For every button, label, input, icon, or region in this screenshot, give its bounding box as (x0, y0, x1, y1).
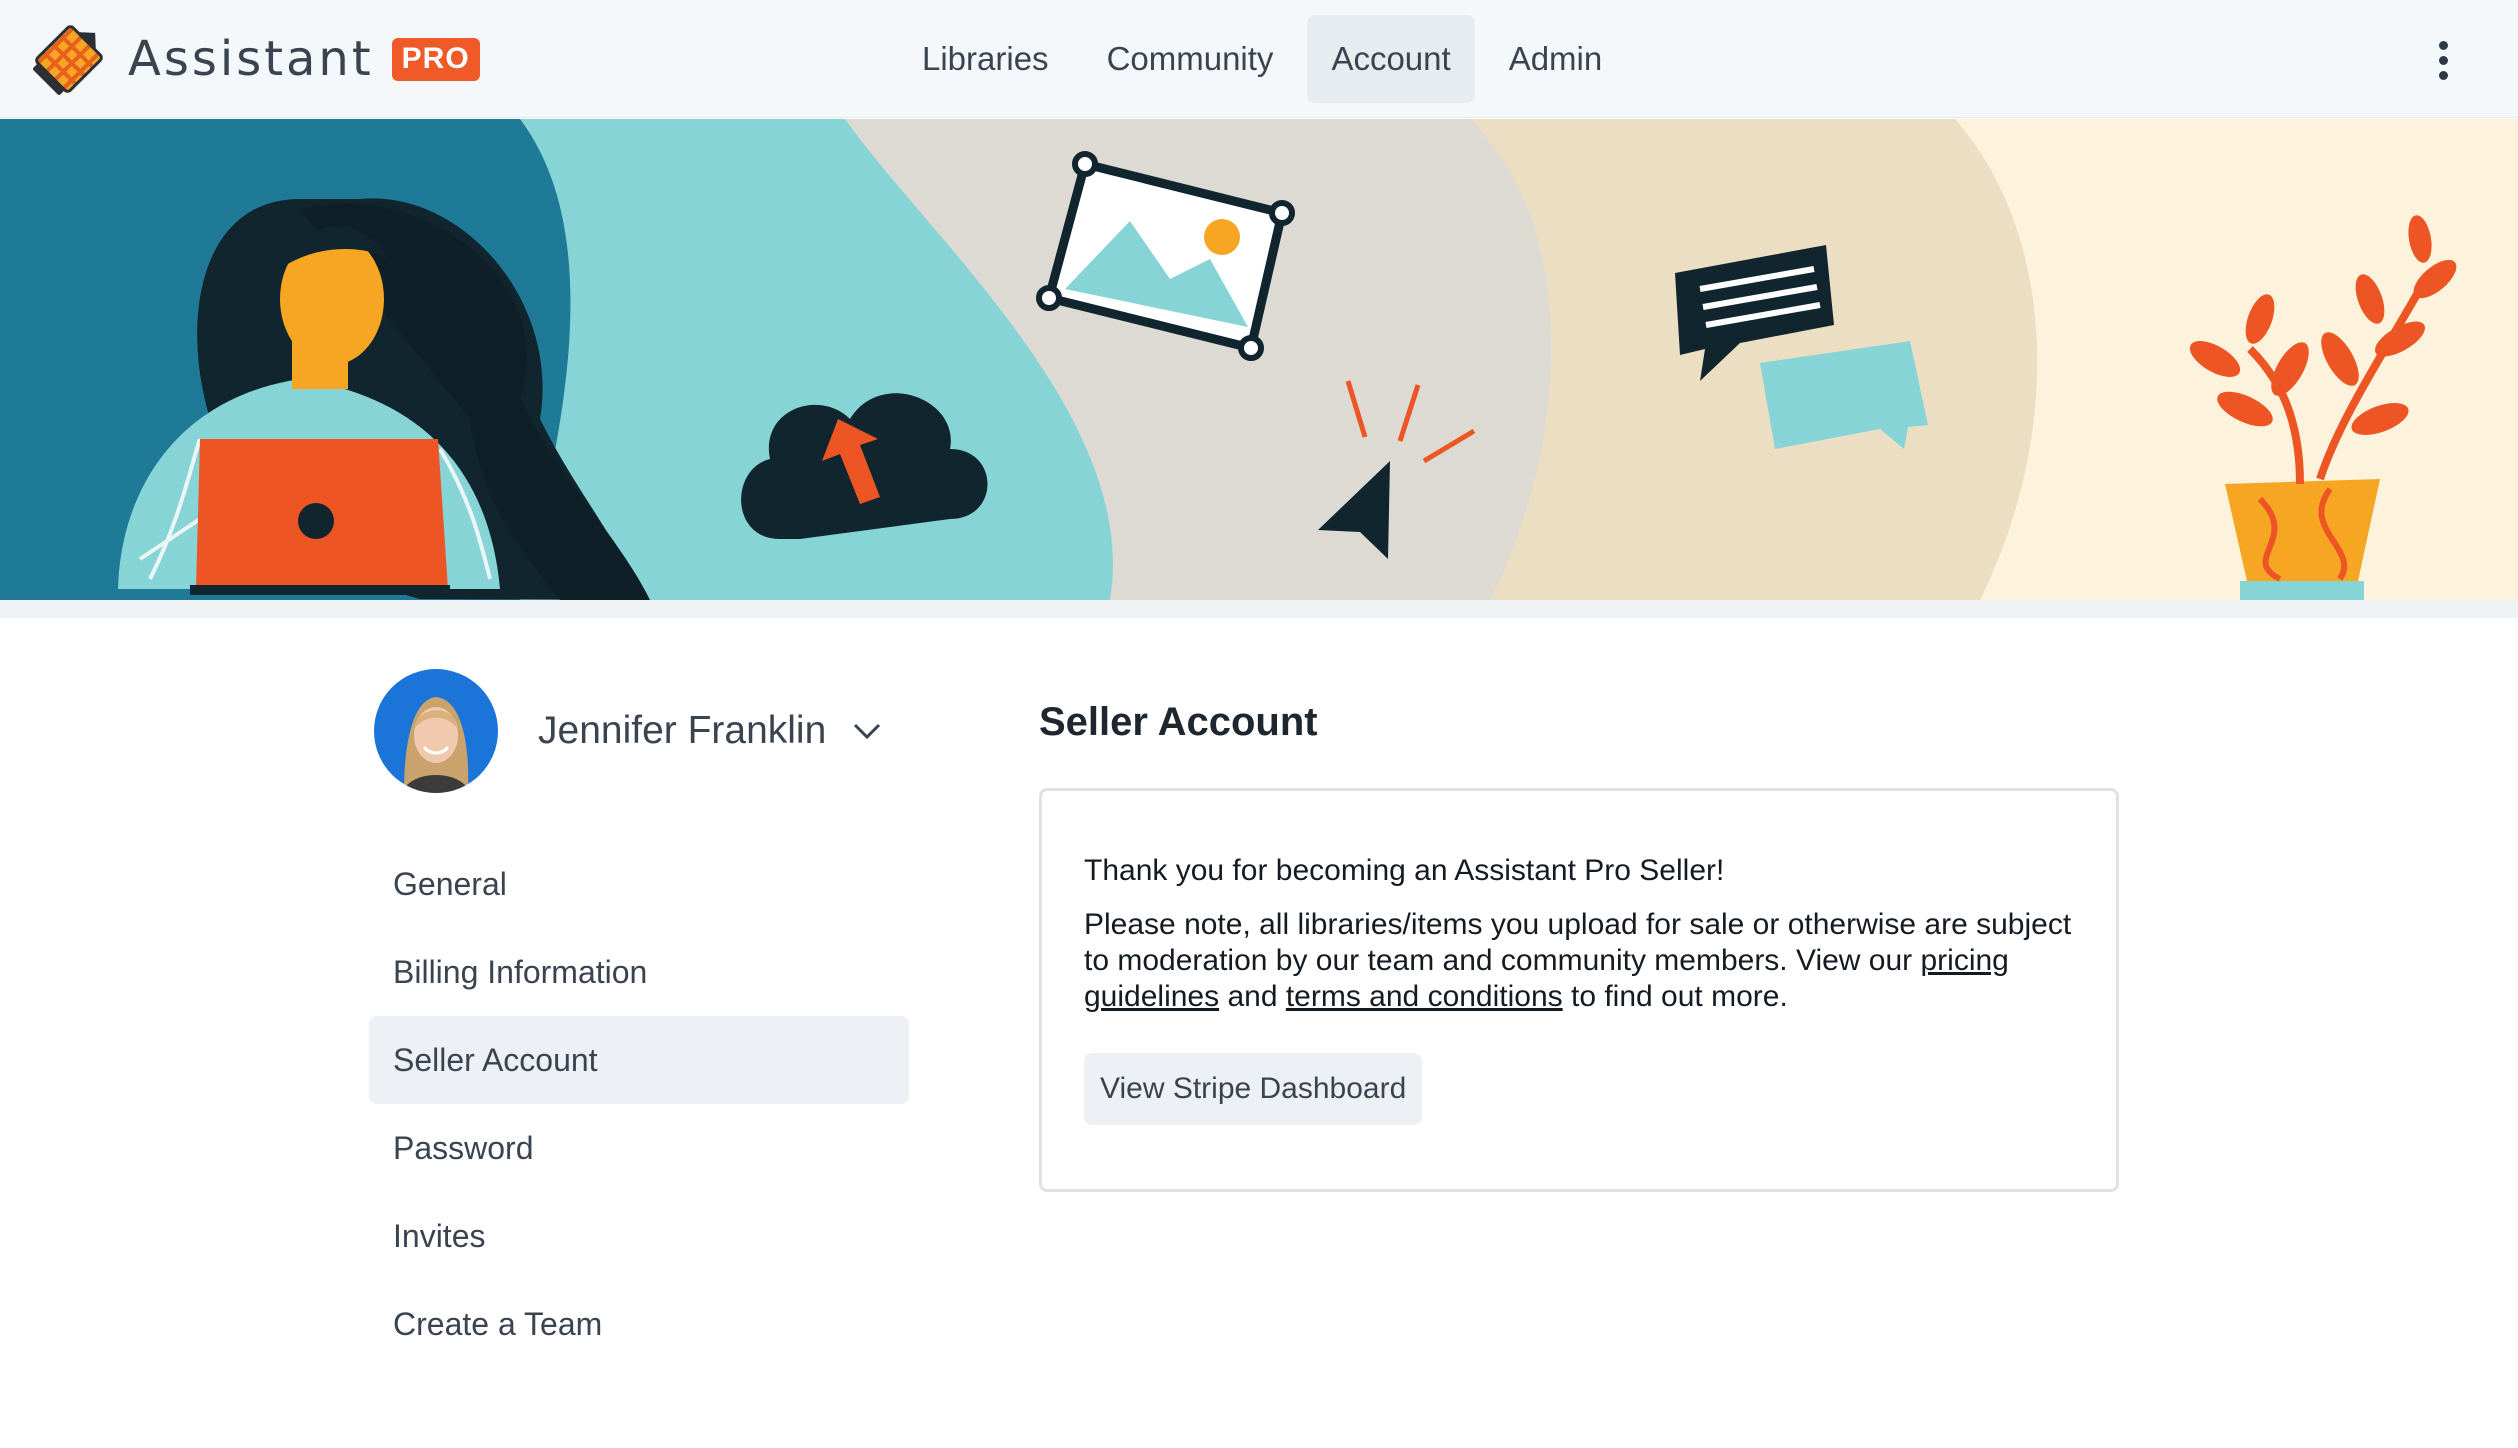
pro-badge: PRO (391, 37, 480, 81)
hero-banner-illustration (0, 119, 2518, 600)
nav-libraries[interactable]: Libraries (898, 15, 1073, 103)
profile-switcher[interactable]: Jennifer Franklin (374, 669, 882, 793)
brand-name: Assistant (128, 31, 374, 87)
sidebar-item-create-a-team[interactable]: Create a Team (369, 1280, 909, 1368)
profile-name: Jennifer Franklin (538, 709, 827, 752)
thank-you-message: Thank you for becoming an Assistant Pro … (1084, 854, 1725, 887)
sidebar-item-general[interactable]: General (369, 840, 909, 928)
moderation-notice: Please note, all libraries/items you upl… (1084, 907, 2076, 1015)
notice-text-end: to find out more. (1562, 980, 1788, 1013)
page-title: Seller Account (1039, 700, 1318, 744)
chevron-down-icon[interactable] (852, 721, 882, 741)
avatar (374, 669, 498, 793)
nav-community[interactable]: Community (1083, 15, 1298, 103)
kebab-menu-icon[interactable] (2424, 35, 2464, 85)
view-stripe-dashboard-button[interactable]: View Stripe Dashboard (1084, 1053, 1423, 1125)
nav-admin[interactable]: Admin (1485, 15, 1627, 103)
main-nav: Libraries Community Account Admin (898, 15, 1626, 103)
sidebar-item-billing-information[interactable]: Billing Information (369, 928, 909, 1016)
nav-account[interactable]: Account (1307, 15, 1475, 103)
sidebar-item-password[interactable]: Password (369, 1104, 909, 1192)
pencil-grid-logo-icon (33, 25, 103, 95)
top-navigation-bar: Assistant PRO Libraries Community Accoun… (0, 0, 2518, 118)
seller-account-card: Thank you for becoming an Assistant Pro … (1039, 788, 2119, 1192)
sidebar-item-invites[interactable]: Invites (369, 1192, 909, 1280)
account-sidebar: General Billing Information Seller Accou… (369, 840, 909, 1368)
banner-divider (0, 600, 2518, 618)
terms-and-conditions-link[interactable]: terms and conditions (1286, 980, 1563, 1013)
brand[interactable]: Assistant PRO (28, 18, 480, 100)
sidebar-item-seller-account[interactable]: Seller Account (369, 1016, 909, 1104)
notice-text-and: and (1219, 980, 1286, 1013)
